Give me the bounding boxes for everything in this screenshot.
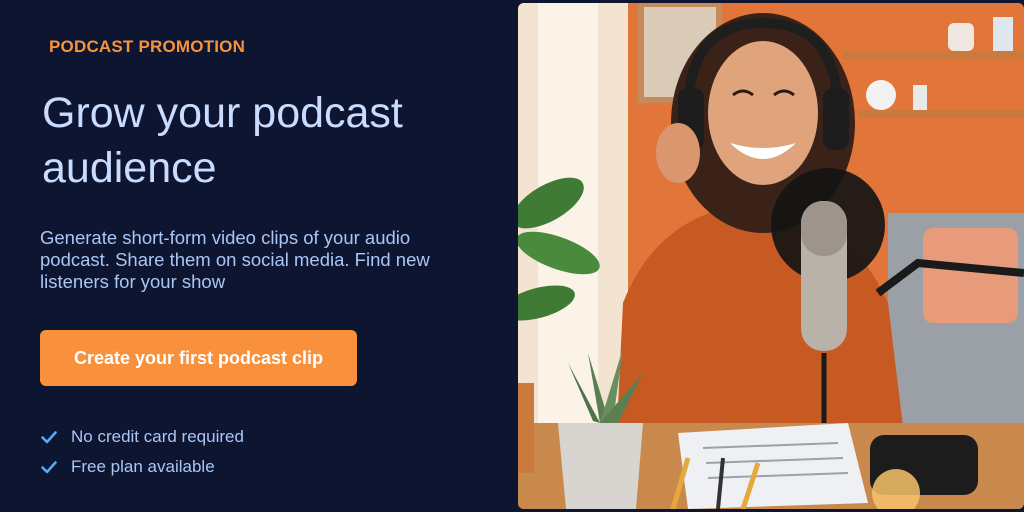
benefit-text: No credit card required	[71, 427, 244, 446]
hero-image-podcaster	[518, 3, 1024, 509]
hero-description: Generate short-form video clips of your …	[40, 227, 430, 292]
eyebrow-label: PODCAST PROMOTION	[49, 37, 246, 56]
check-icon	[41, 461, 57, 474]
hero-text-panel: PODCAST PROMOTION Grow your podcast audi…	[0, 0, 518, 512]
benefit-item: No credit card required	[40, 422, 244, 452]
benefits-list: No credit card required Free plan availa…	[40, 422, 244, 482]
create-podcast-clip-button[interactable]: Create your first podcast clip	[40, 330, 357, 386]
check-icon	[41, 431, 57, 444]
benefit-text: Free plan available	[71, 457, 215, 476]
podcaster-illustration	[518, 3, 1024, 509]
page-title: Grow your podcast audience	[42, 89, 403, 192]
benefit-item: Free plan available	[40, 452, 244, 482]
